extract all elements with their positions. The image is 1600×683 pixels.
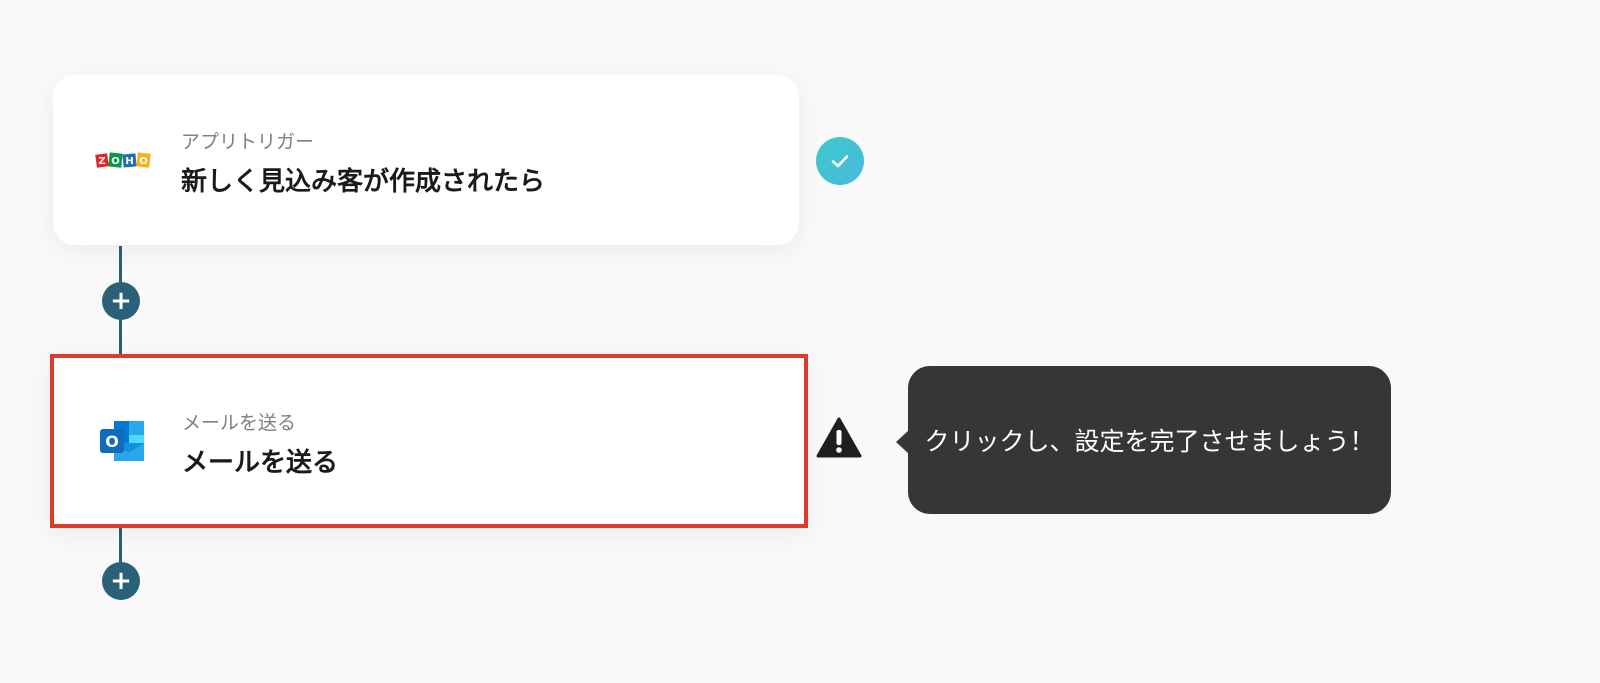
trigger-step-card[interactable]: Z O H O アプリトリガー 新しく見込み客が作成されたら (53, 75, 799, 245)
step-title: 新しく見込み客が作成されたら (181, 167, 546, 197)
svg-text:H: H (125, 156, 133, 167)
step-title: メールを送る (182, 448, 339, 478)
svg-text:O: O (139, 156, 148, 167)
zoho-logo-icon: Z O H O (93, 132, 153, 188)
tooltip-text: クリックし、設定を完了させましょう！ (924, 427, 1375, 456)
add-step-button[interactable]: + (102, 562, 140, 600)
add-step-button[interactable]: + (102, 282, 140, 320)
svg-text:Z: Z (98, 156, 105, 167)
flow-connector-line (119, 524, 122, 564)
warning-icon (815, 416, 863, 460)
svg-text:O: O (105, 432, 119, 451)
svg-text:O: O (111, 156, 120, 167)
check-icon (816, 137, 864, 185)
outlook-logo-icon: O (94, 413, 154, 469)
step-type-label: メールを送る (182, 412, 297, 434)
step-type-label: アプリトリガー (181, 131, 315, 153)
send-mail-step-card[interactable]: O メールを送る メールを送る (50, 354, 808, 528)
setup-hint-tooltip: クリックし、設定を完了させましょう！ (908, 366, 1391, 514)
flow-canvas: + + Z O H O アプリトリガー 新しく見込み客が作成されたら O メール… (0, 0, 1600, 683)
